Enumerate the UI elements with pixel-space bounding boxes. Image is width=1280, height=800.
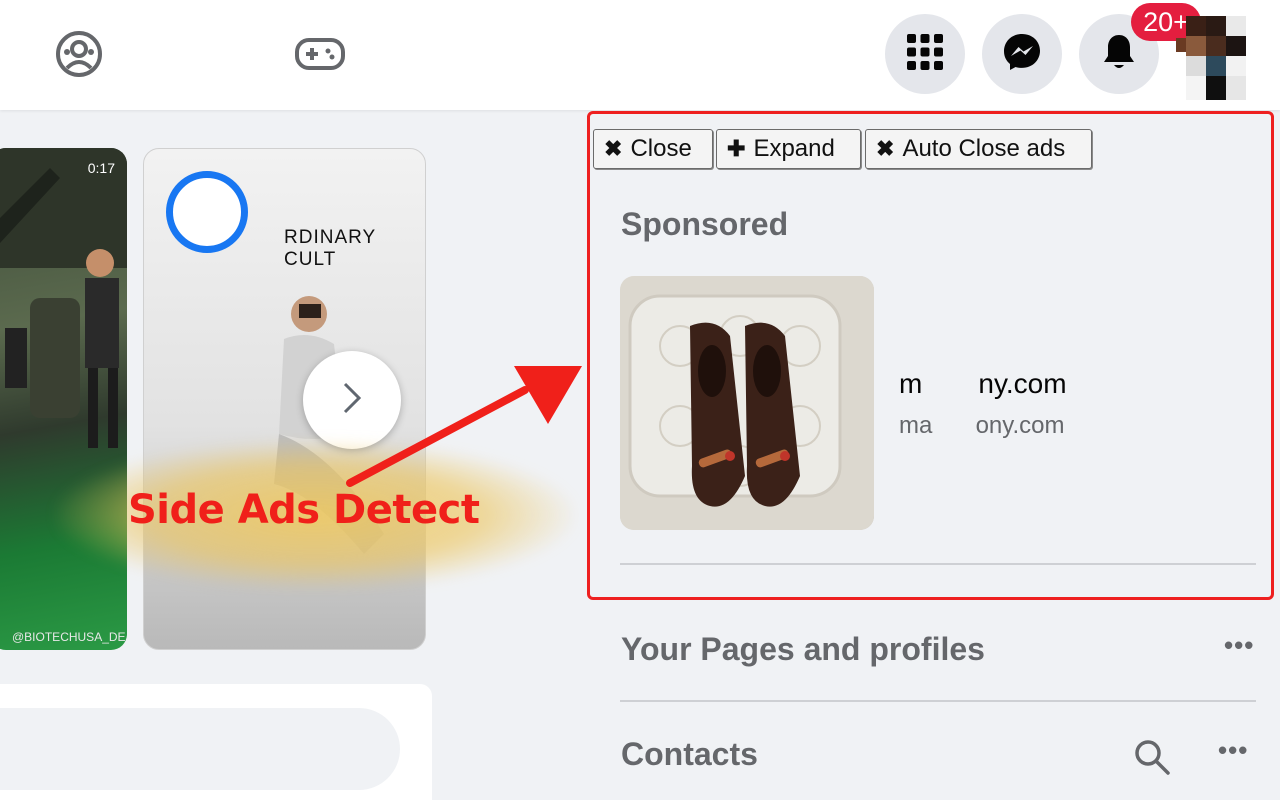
auto-close-ads-button[interactable]: ✖ Auto Close ads — [865, 129, 1092, 169]
ad-product-image — [620, 276, 874, 530]
expand-ad-label: Expand — [753, 135, 835, 162]
menu-button[interactable] — [885, 14, 965, 94]
divider — [620, 700, 1256, 702]
ad-domain: ma ony.com — [899, 412, 1065, 439]
bell-icon — [1101, 32, 1137, 77]
story-brand-text: RDINARY CULT — [284, 227, 376, 270]
plus-icon: ✚ — [727, 136, 746, 161]
messenger-button[interactable] — [982, 14, 1062, 94]
expand-ad-button[interactable]: ✚ Expand — [716, 129, 861, 169]
story-handle: @BIOTECHUSA_DE — [12, 630, 126, 644]
story-duration: 0:17 — [87, 160, 115, 176]
more-options-icon[interactable]: ••• — [1224, 630, 1254, 661]
chevron-right-icon — [340, 380, 364, 421]
annotation-label: Side Ads Detect — [128, 487, 480, 533]
gaming-icon[interactable] — [288, 22, 352, 86]
story-profile-avatar[interactable] — [166, 171, 248, 253]
top-navigation-bar: 20+ — [0, 0, 1280, 110]
more-options-icon[interactable]: ••• — [1218, 735, 1248, 766]
close-icon: ✖ — [876, 136, 895, 161]
stories-next-button[interactable] — [303, 351, 401, 449]
divider — [620, 563, 1256, 565]
ad-title-link[interactable]: m ny.com — [899, 368, 1067, 400]
avatar[interactable] — [1176, 16, 1260, 102]
pages-and-profiles-heading: Your Pages and profiles — [621, 631, 985, 667]
close-icon: ✖ — [604, 136, 623, 161]
menu-grid-icon — [906, 33, 944, 76]
auto-close-ads-label: Auto Close ads — [902, 135, 1066, 162]
messenger-icon — [1002, 32, 1042, 77]
close-ad-label: Close — [630, 135, 692, 162]
sponsored-heading: Sponsored — [621, 206, 789, 242]
ad-image[interactable] — [620, 276, 874, 530]
search-icon[interactable] — [1132, 737, 1172, 777]
contacts-heading: Contacts — [621, 736, 758, 772]
post-composer-input[interactable] — [0, 708, 400, 790]
close-ad-button[interactable]: ✖ Close — [593, 129, 713, 169]
groups-icon[interactable] — [47, 22, 111, 86]
